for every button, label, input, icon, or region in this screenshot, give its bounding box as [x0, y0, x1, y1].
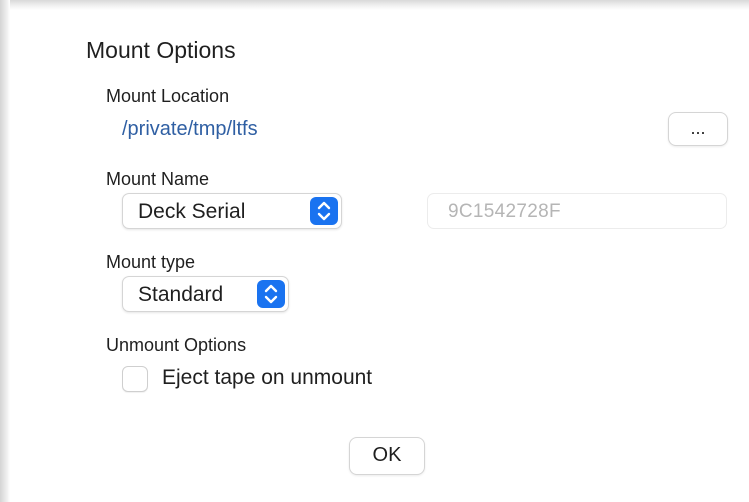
- window-frame-left: [0, 0, 10, 502]
- eject-tape-label[interactable]: Eject tape on unmount: [162, 366, 372, 390]
- eject-tape-checkbox[interactable]: [122, 366, 148, 392]
- mount-type-popup[interactable]: Standard: [122, 276, 289, 312]
- mount-name-selected-value: Deck Serial: [138, 200, 246, 223]
- mount-type-selected-value: Standard: [138, 283, 224, 306]
- chevron-up-down-icon: [310, 197, 338, 225]
- unmount-options-label: Unmount Options: [106, 335, 247, 355]
- ok-button[interactable]: OK: [349, 437, 425, 475]
- dialog-title: Mount Options: [86, 37, 236, 63]
- serial-number-field[interactable]: 9C1542728F: [427, 193, 727, 229]
- browse-button[interactable]: ...: [668, 112, 728, 146]
- mount-options-dialog: Mount Options Mount Location /private/tm…: [0, 0, 749, 502]
- mount-location-label: Mount Location: [106, 86, 230, 106]
- serial-number-value: 9C1542728F: [448, 201, 561, 222]
- mount-location-path[interactable]: /private/tmp/ltfs: [122, 118, 258, 141]
- mount-type-label: Mount type: [106, 252, 196, 272]
- mount-name-label: Mount Name: [106, 169, 210, 189]
- mount-name-popup[interactable]: Deck Serial: [122, 193, 342, 229]
- chevron-up-down-icon: [257, 280, 285, 308]
- window-frame-top: [0, 0, 749, 10]
